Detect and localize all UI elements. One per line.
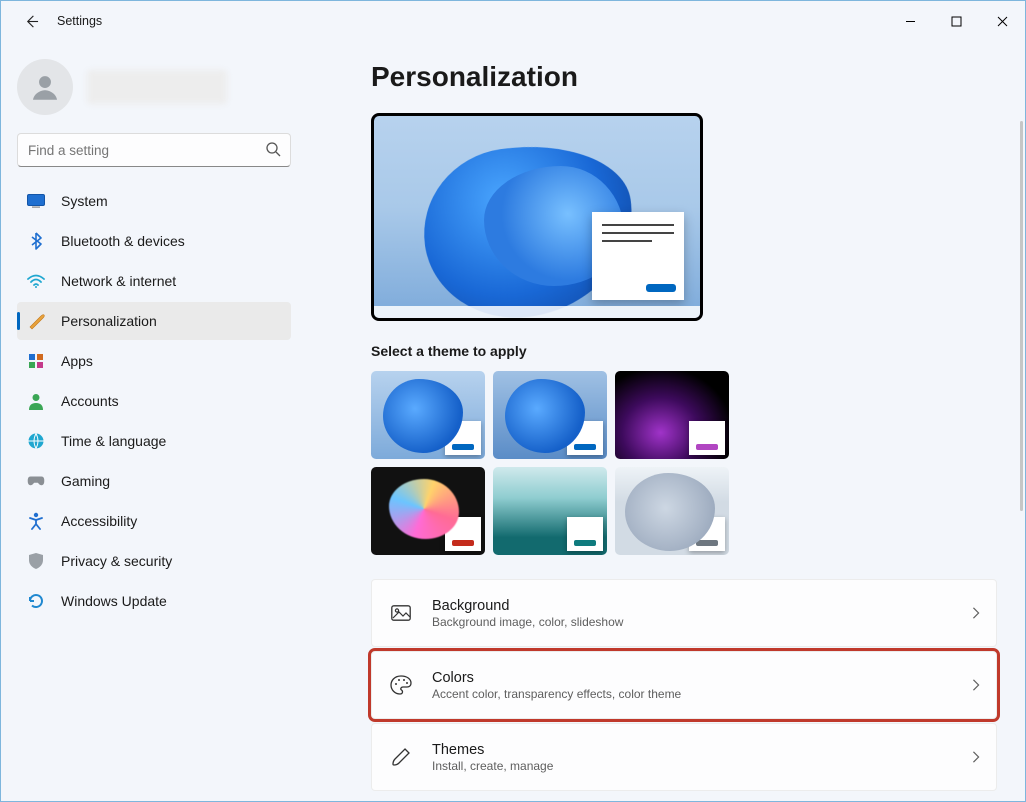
row-background[interactable]: Background Background image, color, slid… — [371, 579, 997, 647]
chevron-right-icon — [972, 607, 980, 619]
chevron-right-icon — [972, 679, 980, 691]
sidebar-item-system[interactable]: System — [17, 182, 291, 220]
chevron-right-icon — [972, 751, 980, 763]
scrollbar[interactable] — [1020, 121, 1023, 511]
sidebar-item-network[interactable]: Network & internet — [17, 262, 291, 300]
theme-grid — [371, 371, 997, 555]
wifi-icon — [27, 272, 45, 290]
apps-icon — [27, 352, 45, 370]
preview-taskbar — [374, 306, 700, 318]
close-button[interactable] — [979, 1, 1025, 41]
nav-label: Gaming — [61, 473, 110, 489]
page-title: Personalization — [371, 61, 997, 93]
user-profile[interactable] — [11, 53, 297, 133]
window-title: Settings — [57, 14, 102, 28]
row-subtitle: Accent color, transparency effects, colo… — [432, 687, 681, 701]
content-area: Personalization Select a theme to apply … — [301, 41, 1025, 801]
accessibility-icon — [27, 512, 45, 530]
search-icon — [265, 141, 281, 157]
theme-tile-landscape-teal[interactable] — [493, 467, 607, 555]
desktop-preview[interactable] — [371, 113, 703, 321]
row-subtitle: Background image, color, slideshow — [432, 615, 623, 629]
nav-label: Privacy & security — [61, 553, 172, 569]
sidebar-item-privacy[interactable]: Privacy & security — [17, 542, 291, 580]
row-themes[interactable]: Themes Install, create, manage — [371, 723, 997, 791]
search-input[interactable] — [17, 133, 291, 167]
brush-icon — [390, 746, 412, 768]
nav-label: Accounts — [61, 393, 119, 409]
row-title: Colors — [432, 670, 681, 686]
theme-tile-abstract-dark[interactable] — [371, 467, 485, 555]
search-field[interactable] — [17, 133, 291, 167]
row-subtitle: Install, create, manage — [432, 759, 553, 773]
sidebar-item-time[interactable]: Time & language — [17, 422, 291, 460]
settings-list: Background Background image, color, slid… — [371, 579, 997, 791]
nav-label: Windows Update — [61, 593, 167, 609]
display-icon — [27, 192, 45, 210]
paintbrush-icon — [27, 312, 45, 330]
sidebar-item-apps[interactable]: Apps — [17, 342, 291, 380]
sidebar: System Bluetooth & devices Network & int… — [1, 41, 301, 801]
shield-icon — [27, 552, 45, 570]
nav-label: Accessibility — [61, 513, 137, 529]
sidebar-item-personalization[interactable]: Personalization — [17, 302, 291, 340]
nav-label: Personalization — [61, 313, 157, 329]
nav-label: System — [61, 193, 108, 209]
sidebar-item-accounts[interactable]: Accounts — [17, 382, 291, 420]
window-controls — [887, 1, 1025, 41]
bluetooth-icon — [27, 232, 45, 250]
row-title: Background — [432, 598, 623, 614]
nav-label: Bluetooth & devices — [61, 233, 185, 249]
sidebar-item-bluetooth[interactable]: Bluetooth & devices — [17, 222, 291, 260]
sidebar-item-update[interactable]: Windows Update — [17, 582, 291, 620]
theme-tile-glow-dark[interactable] — [615, 371, 729, 459]
globe-clock-icon — [27, 432, 45, 450]
picture-icon — [390, 602, 412, 624]
back-button[interactable] — [21, 11, 41, 31]
avatar — [17, 59, 73, 115]
gamepad-icon — [27, 472, 45, 490]
update-icon — [27, 592, 45, 610]
theme-tile-bloom-blue[interactable] — [493, 371, 607, 459]
maximize-button[interactable] — [933, 1, 979, 41]
nav-label: Network & internet — [61, 273, 176, 289]
palette-icon — [390, 674, 412, 696]
nav-label: Time & language — [61, 433, 166, 449]
sidebar-item-accessibility[interactable]: Accessibility — [17, 502, 291, 540]
sidebar-item-gaming[interactable]: Gaming — [17, 462, 291, 500]
preview-window-card — [592, 212, 684, 300]
nav-list: System Bluetooth & devices Network & int… — [11, 181, 297, 621]
theme-tile-flow-light[interactable] — [615, 467, 729, 555]
titlebar: Settings — [1, 1, 1025, 41]
theme-tile-bloom-light[interactable] — [371, 371, 485, 459]
theme-section-label: Select a theme to apply — [371, 343, 997, 359]
nav-label: Apps — [61, 353, 93, 369]
row-title: Themes — [432, 742, 553, 758]
row-colors[interactable]: Colors Accent color, transparency effect… — [371, 651, 997, 719]
minimize-button[interactable] — [887, 1, 933, 41]
person-icon — [27, 392, 45, 410]
user-name-redacted — [87, 70, 227, 104]
